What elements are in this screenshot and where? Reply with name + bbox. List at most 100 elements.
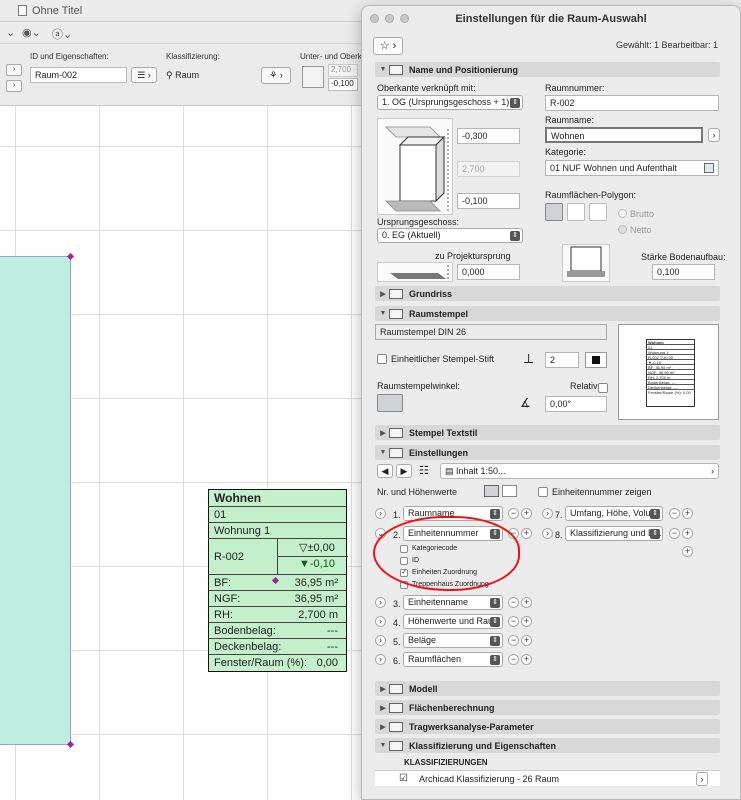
netto-radio[interactable] xyxy=(618,225,627,234)
classification-tree-button[interactable]: ⚘ › xyxy=(261,67,291,84)
classification-value[interactable]: ⚲ Raum xyxy=(166,70,199,81)
remove-row-button[interactable]: − xyxy=(508,654,519,665)
polygon-gross-icon[interactable] xyxy=(567,203,585,221)
toolbar-cursor-icon[interactable]: ◉⌄ xyxy=(22,26,41,39)
pen-color-swatch[interactable] xyxy=(585,352,607,368)
bottom-value-input[interactable]: -0,100 xyxy=(328,78,358,91)
expand-row-icon[interactable]: › xyxy=(375,616,386,627)
stamp-horizontal-icon[interactable] xyxy=(377,394,403,412)
inhalt-select[interactable]: ▤ Inhalt 1:50... › xyxy=(440,463,719,479)
floor-build-up-diagram xyxy=(562,244,610,282)
expand-row-icon[interactable]: › xyxy=(375,508,386,519)
info-small-button-2[interactable]: › xyxy=(6,80,22,92)
ursprung-select[interactable]: 0. EG (Aktuell) ⇕ xyxy=(377,228,523,243)
next-page-button[interactable]: ▶ xyxy=(396,464,412,478)
section-grundriss[interactable]: ▶ Grundriss xyxy=(375,286,720,301)
page-list-icon[interactable]: ☷ xyxy=(419,464,429,477)
stamp-rh-value: 2,700 m xyxy=(298,608,338,621)
layout-grid-icon[interactable] xyxy=(484,485,499,497)
top-offset-input[interactable]: -0,300 xyxy=(457,128,520,144)
stamp-fenster-value: 0,00 xyxy=(316,657,338,669)
section-label: Raumstempel xyxy=(409,308,469,319)
add-row-button[interactable]: + xyxy=(521,528,532,539)
classification-more-button[interactable]: › xyxy=(696,772,708,786)
brutto-radio[interactable] xyxy=(618,209,627,218)
section-klassifizierung[interactable]: ▼ Klassifizierung und Eigenschaften xyxy=(375,738,720,753)
row-6-select[interactable]: Raumflächen ⇕ xyxy=(403,652,503,667)
remove-row-button[interactable]: − xyxy=(508,597,519,608)
section-flaechenberechnung[interactable]: ▶ Flächenberechnung xyxy=(375,700,720,715)
section-modell[interactable]: ▶ Modell xyxy=(375,681,720,696)
stamp-decken-label: Deckenbelag: xyxy=(214,640,282,653)
add-row-button[interactable]: + xyxy=(521,597,532,608)
section-stempel-textstil[interactable]: ▶ Stempel Textstil xyxy=(375,425,720,440)
room-height-diagram xyxy=(377,118,453,215)
raumname-more-button[interactable]: › xyxy=(708,128,720,142)
oberkante-value: 1. OG (Ursprungsgeschoss + 1) xyxy=(382,97,510,107)
stamp-handle[interactable] xyxy=(271,576,280,585)
expand-row-icon[interactable]: › xyxy=(375,635,386,646)
remove-row-button[interactable]: − xyxy=(508,508,519,519)
section-tragwerk[interactable]: ▶ Tragwerksanalyse-Parameter xyxy=(375,719,720,734)
kategorie-select[interactable]: 01 NUF Wohnen und Aufenthalt xyxy=(545,160,719,176)
favorites-button[interactable]: ☆ › xyxy=(373,37,403,55)
add-row-button[interactable]: + xyxy=(682,508,693,519)
prev-page-button[interactable]: ◀ xyxy=(377,464,393,478)
einheitennummer-zeigen-checkbox[interactable] xyxy=(538,487,548,497)
raumname-input[interactable]: Wohnen xyxy=(545,127,703,143)
add-row-button[interactable]: + xyxy=(682,546,693,557)
id-list-button[interactable]: ☰ › xyxy=(131,67,157,83)
winkel-input[interactable]: 0,00° xyxy=(545,396,607,412)
boden-input[interactable]: 0,100 xyxy=(652,264,715,280)
row-4-select[interactable]: Höhenwerte und Rau... ⇕ xyxy=(403,614,503,629)
section-einstellungen[interactable]: ▼ Einstellungen xyxy=(375,445,720,460)
row-5-select[interactable]: Beläge ⇕ xyxy=(403,633,503,648)
add-row-button[interactable]: + xyxy=(521,654,532,665)
bottom-offset-input[interactable]: -0,100 xyxy=(457,193,520,209)
add-row-button[interactable]: + xyxy=(682,528,693,539)
oberkante-select[interactable]: 1. OG (Ursprungsgeschoss + 1) ⇕ xyxy=(377,95,523,110)
relativ-checkbox[interactable] xyxy=(598,383,608,393)
row-8-select[interactable]: Klassifizierung und E... ⇕ xyxy=(565,526,663,541)
remove-row-button[interactable]: − xyxy=(669,528,680,539)
collapsed-arrow-icon: ▶ xyxy=(380,685,386,693)
stift-input[interactable]: 2 xyxy=(545,352,579,368)
section-raumstempel[interactable]: ▼ Raumstempel xyxy=(375,306,720,321)
info-small-button[interactable]: › xyxy=(6,64,22,76)
stamp-rotated-icon[interactable] xyxy=(410,394,436,412)
add-row-button[interactable]: + xyxy=(521,635,532,646)
row-3-select[interactable]: Einheitenname ⇕ xyxy=(403,595,503,610)
select-chevron-icon: ⇕ xyxy=(490,509,500,519)
expand-row-icon[interactable]: › xyxy=(542,528,553,539)
expand-row-icon[interactable]: › xyxy=(375,654,386,665)
remove-row-button[interactable]: − xyxy=(508,616,519,627)
remove-row-button[interactable]: − xyxy=(669,508,680,519)
classification-row[interactable]: ☑ Archicad Klassifizierung - 26 Raum › xyxy=(375,770,720,786)
remove-row-button[interactable]: − xyxy=(508,635,519,646)
polygon-net-icon[interactable] xyxy=(545,203,563,221)
add-row-button[interactable]: + xyxy=(521,508,532,519)
section-name-positioning[interactable]: ▼ Name und Positionierung xyxy=(375,62,720,77)
expanded-arrow-icon: ▼ xyxy=(379,449,387,456)
nr-label: Nr. und Höhenwerte xyxy=(377,487,458,497)
room-polygon[interactable] xyxy=(0,256,71,745)
polygon-reduced-icon[interactable] xyxy=(589,203,607,221)
checkmark-icon: ☑ xyxy=(399,773,408,784)
section-label: Grundriss xyxy=(409,288,453,299)
room-stamp[interactable]: Wohnen 01 Wohnung 1 R-002 ▽±0,00 ▼-0,10 … xyxy=(208,489,348,672)
einheitlich-checkbox[interactable] xyxy=(377,354,387,364)
expand-row-icon[interactable]: › xyxy=(542,508,553,519)
add-row-button[interactable]: + xyxy=(521,616,532,627)
projekt-input[interactable]: 0,000 xyxy=(457,264,520,280)
toolbar-chevron-icon[interactable]: ⌄ xyxy=(6,26,15,39)
layout-list-icon[interactable] xyxy=(502,485,517,497)
projekt-diagram xyxy=(377,262,453,282)
stamp-bf-label: BF: xyxy=(214,576,232,589)
stamp-library-part[interactable]: Raumstempel DIN 26 xyxy=(375,324,607,340)
toolbar-triangle-icon[interactable]: ⓐ⌄ xyxy=(52,26,72,42)
classification-text: Raum xyxy=(175,70,200,80)
expand-row-icon[interactable]: › xyxy=(375,597,386,608)
id-input[interactable]: Raum-002 xyxy=(30,67,127,83)
raumnummer-input[interactable]: R-002 xyxy=(545,95,719,111)
row-7-select[interactable]: Umfang, Höhe, Volu... ⇕ xyxy=(565,506,663,521)
